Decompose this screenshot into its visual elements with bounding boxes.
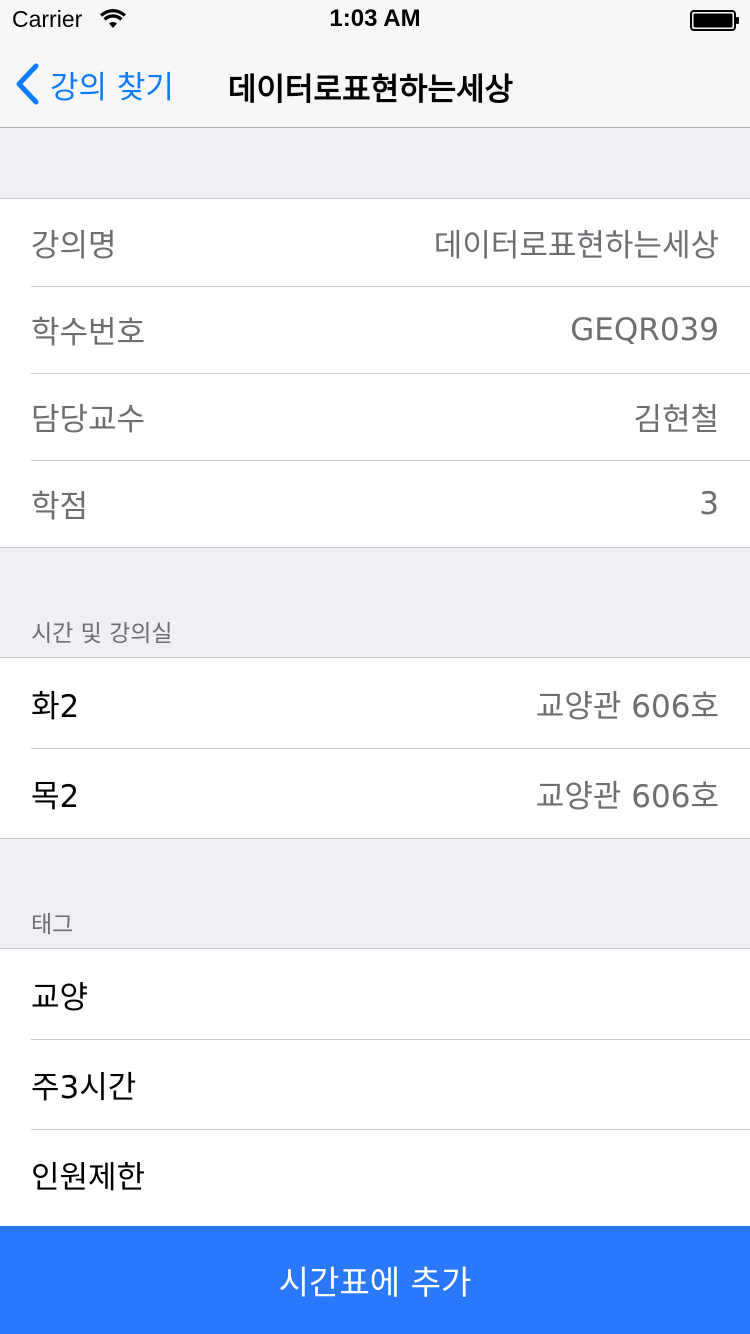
page-title: 데이터로표현하는세상 bbox=[228, 72, 514, 108]
info-row-course-name: 강의명 데이터로표현하는세상 bbox=[0, 199, 750, 286]
info-value: 데이터로표현하는세상 bbox=[433, 228, 719, 264]
info-value: 김현철 bbox=[633, 402, 719, 438]
info-value: 3 bbox=[699, 485, 719, 522]
back-label: 강의 찾기 bbox=[50, 69, 174, 106]
schedule-section: 화2 교양관 606호 목2 교양관 606호 bbox=[0, 657, 750, 839]
tag-label: 인원제한 bbox=[31, 1159, 146, 1196]
info-value: GEQR039 bbox=[570, 311, 719, 348]
status-bar: Carrier 1:03 AM bbox=[0, 0, 750, 40]
info-section: 강의명 데이터로표현하는세상 학수번호 GEQR039 담당교수 김현철 학점 … bbox=[0, 198, 750, 548]
tag-item[interactable]: 교양 bbox=[0, 949, 750, 1039]
info-label: 강의명 bbox=[31, 228, 117, 264]
tags-section-header: 태그 bbox=[31, 912, 74, 938]
info-row-course-code: 학수번호 GEQR039 bbox=[0, 286, 750, 373]
info-label: 학점 bbox=[31, 489, 89, 525]
navigation-bar: 강의 찾기 데이터로표현하는세상 bbox=[0, 40, 750, 128]
schedule-room-value: 교양관 606호 bbox=[535, 778, 719, 815]
battery-icon bbox=[690, 10, 739, 31]
schedule-room-value: 교양관 606호 bbox=[535, 688, 719, 725]
info-label: 담당교수 bbox=[31, 402, 146, 438]
schedule-day-label: 화2 bbox=[31, 688, 80, 725]
tag-item[interactable]: 인원제한 bbox=[0, 1129, 750, 1219]
chevron-left-icon bbox=[16, 63, 39, 105]
schedule-day-label: 목2 bbox=[31, 778, 80, 815]
info-row-professor: 담당교수 김현철 bbox=[0, 373, 750, 460]
info-label: 학수번호 bbox=[31, 315, 146, 351]
tags-section: 교양 주3시간 인원제한 bbox=[0, 948, 750, 1226]
schedule-row[interactable]: 목2 교양관 606호 bbox=[0, 748, 750, 838]
schedule-section-header: 시간 및 강의실 bbox=[31, 621, 173, 647]
info-row-credits: 학점 3 bbox=[0, 460, 750, 547]
back-button[interactable]: 강의 찾기 bbox=[14, 56, 174, 112]
status-time: 1:03 AM bbox=[329, 5, 421, 32]
schedule-row[interactable]: 화2 교양관 606호 bbox=[0, 658, 750, 748]
tag-item[interactable]: 주3시간 bbox=[0, 1039, 750, 1129]
add-to-timetable-button[interactable]: 시간표에 추가 bbox=[0, 1226, 750, 1334]
tag-label: 주3시간 bbox=[31, 1069, 137, 1106]
tag-label: 교양 bbox=[31, 979, 89, 1016]
